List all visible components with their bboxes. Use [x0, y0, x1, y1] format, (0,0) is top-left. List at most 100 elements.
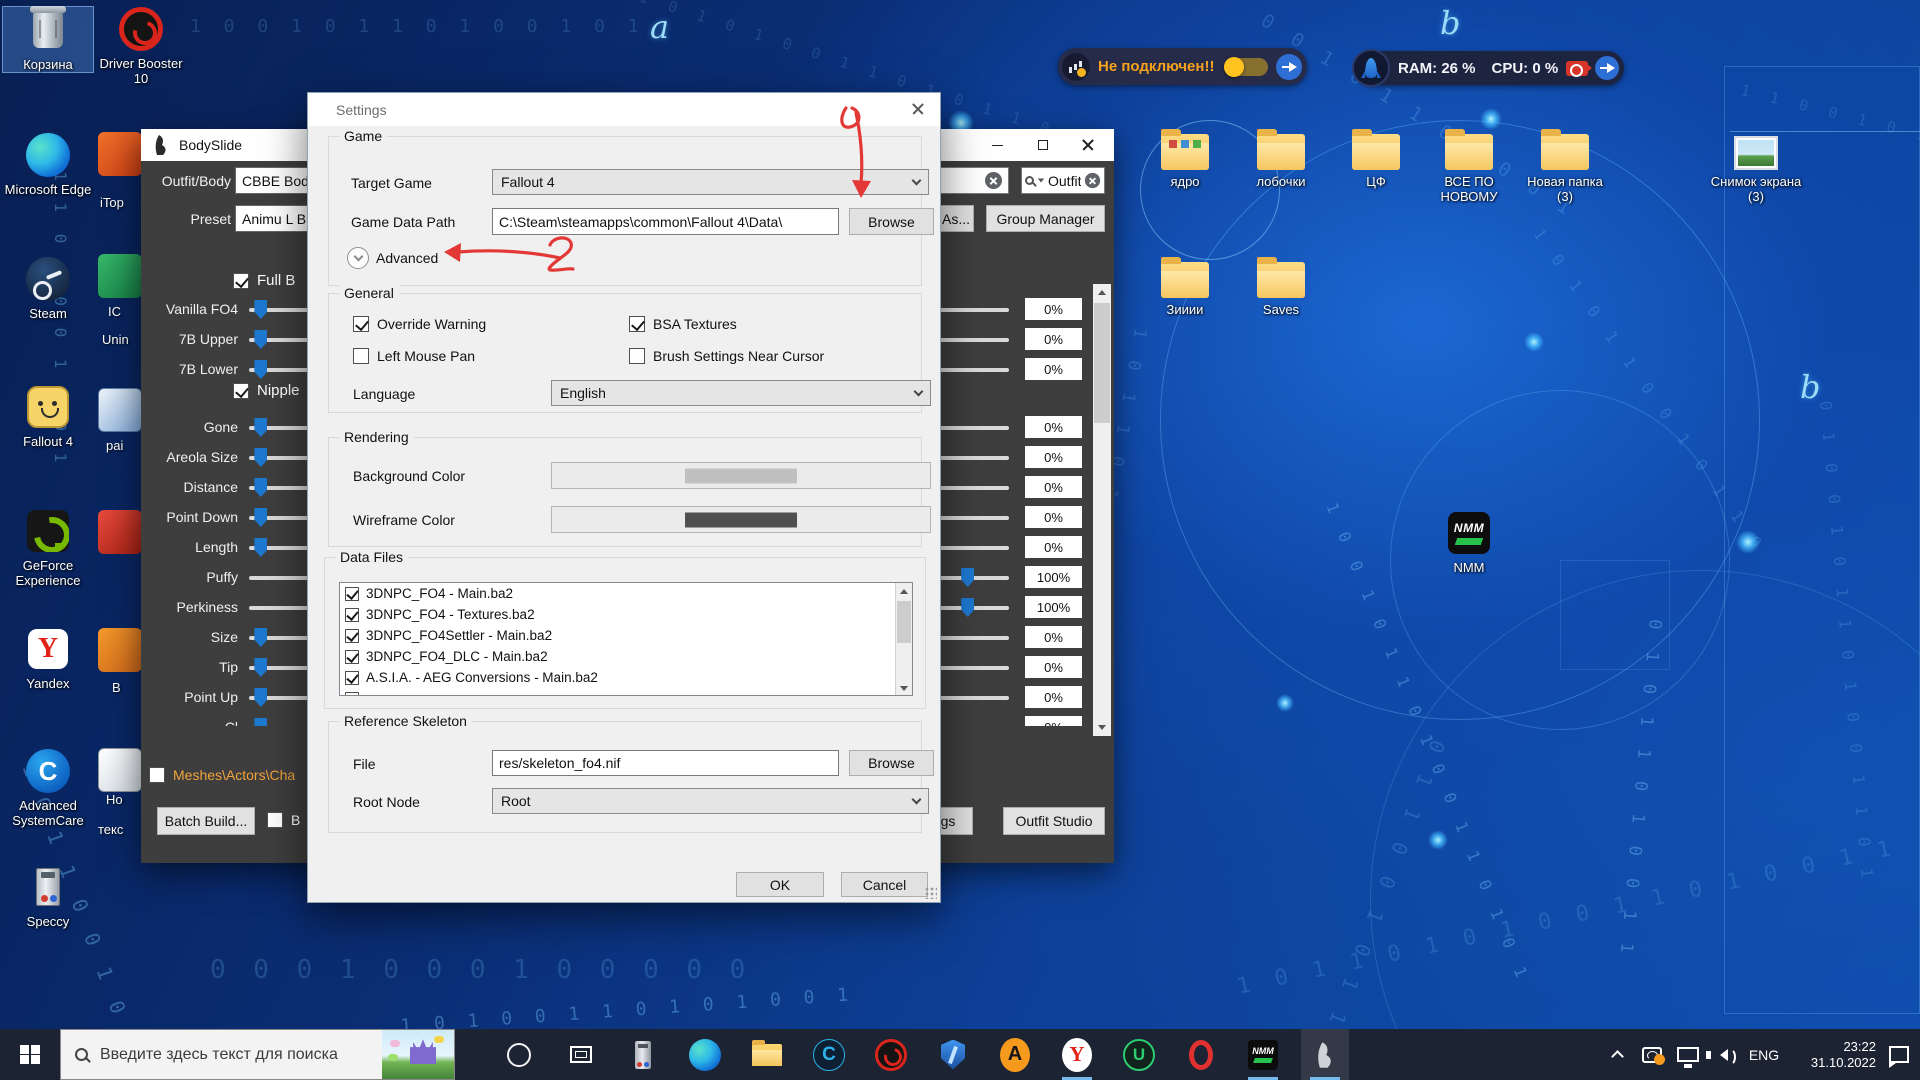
- start-button[interactable]: [0, 1029, 60, 1080]
- language-select[interactable]: English: [551, 380, 931, 406]
- slider-value-box[interactable]: 100%: [1025, 596, 1082, 618]
- clear-icon[interactable]: [1085, 173, 1100, 188]
- slider-thumb[interactable]: [961, 598, 974, 617]
- close-button[interactable]: [895, 93, 940, 125]
- checkbox[interactable]: [629, 316, 645, 332]
- slider-value-box[interactable]: 0%: [1025, 716, 1082, 726]
- uninstaller-icon-partial[interactable]: [98, 254, 142, 298]
- data-file-row[interactable]: A.S.I.A. - AEG Conversions - Main.ba2: [340, 667, 912, 688]
- data-files-scrollbar[interactable]: [895, 583, 912, 696]
- close-button[interactable]: [1065, 129, 1110, 161]
- data-file-row[interactable]: 3DNPC_FO4_DLC - Main.ba2: [340, 646, 912, 667]
- slider-value-box[interactable]: 0%: [1025, 626, 1082, 648]
- open-arrow-icon[interactable]: [1595, 56, 1619, 80]
- text-doc-icon-partial[interactable]: [98, 748, 142, 792]
- checkbox[interactable]: [345, 629, 359, 643]
- cancel-button[interactable]: Cancel: [841, 872, 928, 897]
- left-mouse-pan-checkbox[interactable]: Left Mouse Pan: [353, 348, 475, 364]
- slider-value-box[interactable]: 0%: [1025, 328, 1082, 350]
- data-file-row[interactable]: 3DNPC_FO4 - Textures.ba2: [340, 604, 912, 625]
- maximize-button[interactable]: [1020, 129, 1065, 161]
- orange-icon-partial[interactable]: [98, 628, 142, 672]
- checkbox[interactable]: [267, 812, 283, 828]
- slider-thumb[interactable]: [254, 508, 267, 527]
- taskbar-app-speccy[interactable]: [619, 1029, 667, 1080]
- checkbox[interactable]: [149, 767, 165, 783]
- settings-titlebar[interactable]: Settings: [308, 93, 940, 126]
- desktop-icon-geforce[interactable]: GeForce Experience: [2, 508, 94, 588]
- desktop-icon-speccy[interactable]: Speccy: [2, 864, 94, 929]
- slider-value-box[interactable]: 0%: [1025, 298, 1082, 320]
- open-arrow-icon[interactable]: [1276, 54, 1302, 80]
- outfit-studio-button[interactable]: Outfit Studio: [1003, 807, 1105, 835]
- taskbar-app-bodyslide[interactable]: [1301, 1029, 1349, 1080]
- document-icon-partial[interactable]: [98, 388, 142, 432]
- taskbar-app-nmm[interactable]: NMM: [1239, 1029, 1287, 1080]
- desktop-folder-yadro[interactable]: ядро: [1139, 130, 1231, 189]
- scroll-up-arrow[interactable]: [1093, 284, 1111, 301]
- nipple-checkbox[interactable]: Nipple: [233, 382, 300, 399]
- checkbox[interactable]: [345, 671, 359, 685]
- desktop-folder-cf[interactable]: ЦФ: [1330, 130, 1422, 189]
- search-highlight-image[interactable]: [382, 1030, 454, 1079]
- desktop-icon-yandex[interactable]: Y Yandex: [2, 626, 94, 691]
- tray-sync-icon[interactable]: [1634, 1029, 1670, 1080]
- checkbox[interactable]: [345, 587, 359, 601]
- slider-thumb[interactable]: [254, 330, 267, 349]
- override-warning-checkbox[interactable]: Override Warning: [353, 316, 486, 332]
- slider-value-box[interactable]: 100%: [1025, 566, 1082, 588]
- save-as-button[interactable]: As...: [938, 205, 974, 232]
- record-camera-icon[interactable]: [1566, 61, 1588, 76]
- itop-icon-partial[interactable]: [98, 132, 142, 176]
- scroll-up-arrow[interactable]: [896, 583, 912, 600]
- tray-network-icon[interactable]: [1670, 1029, 1706, 1080]
- tray-clock[interactable]: 23:22 31.10.2022: [1786, 1029, 1876, 1080]
- taskbar-app-driver-booster[interactable]: [867, 1029, 915, 1080]
- slider-thumb[interactable]: [254, 688, 267, 707]
- desktop-folder-ziiii[interactable]: Зииии: [1139, 258, 1231, 317]
- slider-thumb[interactable]: [254, 448, 267, 467]
- full-body-checkbox[interactable]: Full B: [233, 272, 295, 289]
- checkbox[interactable]: [629, 348, 645, 364]
- desktop-folder-lobochki[interactable]: лобочки: [1235, 130, 1327, 189]
- taskbar-app-edge[interactable]: [681, 1029, 729, 1080]
- slider-value-box[interactable]: 0%: [1025, 446, 1082, 468]
- batch-build-button[interactable]: Batch Build...: [157, 807, 255, 835]
- system-monitor-widget[interactable]: RAM: 26 % CPU: 0 %: [1356, 51, 1624, 85]
- desktop-icon-recycle-bin[interactable]: Корзина: [2, 6, 94, 73]
- bodyslide-scrollbar[interactable]: [1093, 284, 1111, 736]
- brush-settings-checkbox[interactable]: Brush Settings Near Cursor: [629, 348, 824, 364]
- checkbox[interactable]: [233, 383, 249, 399]
- desktop-icon-steam[interactable]: Steam: [2, 256, 94, 321]
- slider-thumb[interactable]: [254, 658, 267, 677]
- background-color-button[interactable]: [551, 462, 931, 489]
- bsa-textures-checkbox[interactable]: BSA Textures: [629, 316, 737, 332]
- slider-thumb[interactable]: [254, 360, 267, 379]
- resize-grip[interactable]: [925, 887, 937, 899]
- desktop-icon-advanced-systemcare[interactable]: C Advanced SystemCare: [2, 748, 94, 828]
- wireframe-color-button[interactable]: [551, 506, 931, 533]
- desktop-icon-fallout4[interactable]: Fallout 4: [2, 384, 94, 449]
- taskbar-search[interactable]: Введите здесь текст для поиска: [60, 1029, 455, 1080]
- root-node-select[interactable]: Root: [492, 788, 929, 814]
- scroll-down-arrow[interactable]: [896, 680, 912, 696]
- data-file-row[interactable]: [340, 688, 912, 696]
- desktop-icon-driver-booster[interactable]: Driver Booster 10: [96, 6, 186, 86]
- cortana-button[interactable]: [495, 1029, 543, 1080]
- desktop-folder-saves[interactable]: Saves: [1235, 258, 1327, 317]
- taskbar-app-iobit-uninstaller[interactable]: U: [1115, 1029, 1163, 1080]
- game-data-path-input[interactable]: C:\Steam\steamapps\common\Fallout 4\Data…: [492, 208, 839, 235]
- slider-value-box[interactable]: 0%: [1025, 506, 1082, 528]
- slider-value-box[interactable]: 0%: [1025, 686, 1082, 708]
- scroll-down-arrow[interactable]: [1093, 719, 1111, 736]
- target-game-select[interactable]: Fallout 4: [492, 169, 929, 195]
- ok-button[interactable]: OK: [736, 872, 824, 897]
- slider-value-box[interactable]: 0%: [1025, 536, 1082, 558]
- taskbar-app-yandex[interactable]: Y: [1053, 1029, 1101, 1080]
- slider-thumb[interactable]: [961, 568, 974, 587]
- checkbox[interactable]: [353, 348, 369, 364]
- desktop-icon-screenshot-3[interactable]: Снимок экрана (3): [1710, 130, 1802, 204]
- red-icon-partial[interactable]: [98, 510, 142, 554]
- browse-skeleton-button[interactable]: Browse: [849, 750, 934, 776]
- scrollbar-thumb[interactable]: [1094, 303, 1110, 423]
